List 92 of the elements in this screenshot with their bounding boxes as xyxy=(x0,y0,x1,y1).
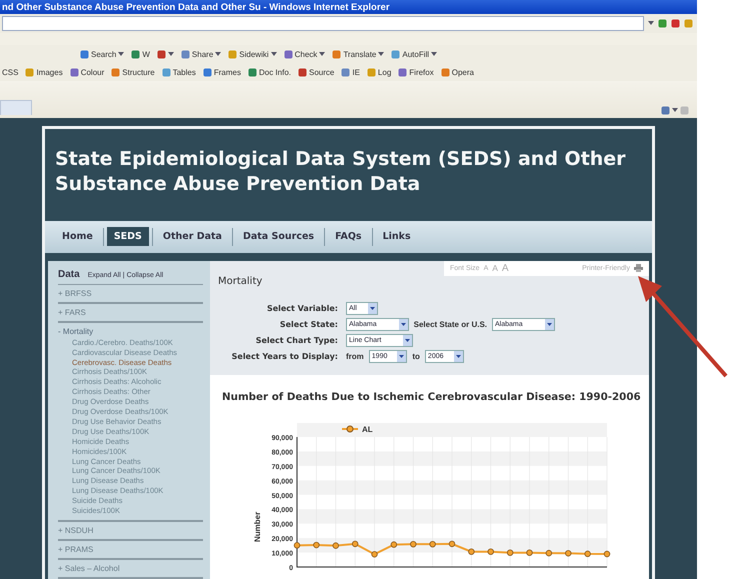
caret-icon[interactable] xyxy=(672,108,678,112)
toolbar-label[interactable]: AutoFill xyxy=(402,50,430,59)
data-point xyxy=(352,540,358,547)
square-icon[interactable] xyxy=(661,106,670,115)
toolbar-label[interactable]: Images xyxy=(36,68,63,77)
data-point xyxy=(410,540,416,548)
data-point xyxy=(604,550,610,557)
data-point xyxy=(526,549,533,556)
toolbar-label[interactable]: Search xyxy=(91,50,116,59)
toolbar-label[interactable]: Check xyxy=(294,50,318,59)
field-label: from xyxy=(346,352,364,361)
field-label: to xyxy=(412,352,420,361)
square-icon[interactable] xyxy=(202,68,212,77)
square-icon[interactable] xyxy=(658,18,667,28)
toolbar-label[interactable]: Frames xyxy=(214,68,241,77)
square-icon[interactable] xyxy=(131,50,140,59)
data-point xyxy=(332,542,339,548)
window-title: nd Other Substance Abuse Prevention Data and Other Su - Windows Internet Explorer xyxy=(0,0,697,14)
field-label: Select State or U.S. xyxy=(414,320,487,329)
data-point xyxy=(448,540,456,547)
legend-marker-icon xyxy=(342,425,358,432)
toolbar-label[interactable]: Sidewiki xyxy=(239,50,269,59)
toolbar-label[interactable]: Share xyxy=(192,50,214,59)
nav-tab[interactable]: Links xyxy=(376,227,418,246)
data-point xyxy=(468,548,475,555)
field-label: Select State: xyxy=(278,320,338,329)
caret-icon[interactable] xyxy=(168,52,174,56)
toolbar-label[interactable]: Source xyxy=(309,68,334,77)
square-icon[interactable] xyxy=(684,18,693,28)
square-icon[interactable] xyxy=(298,68,307,77)
square-icon[interactable] xyxy=(70,68,79,77)
toolbar-label[interactable]: IE xyxy=(352,68,360,77)
toolbar-label[interactable]: Log xyxy=(378,68,392,77)
sidebar-section[interactable]: - Mortality xyxy=(58,326,203,336)
section-heading: Mortality xyxy=(217,276,264,287)
square-icon[interactable] xyxy=(366,68,376,77)
toolbar-label[interactable]: Translate xyxy=(343,50,376,59)
nav-tab[interactable]: Data Sources xyxy=(236,227,322,246)
square-icon[interactable] xyxy=(398,68,408,77)
caret-icon[interactable] xyxy=(118,52,124,56)
data-point xyxy=(506,549,514,556)
nav-tab[interactable]: Home xyxy=(55,227,100,246)
caret-icon[interactable] xyxy=(431,52,438,56)
data-point xyxy=(429,540,436,548)
caret-icon[interactable] xyxy=(215,52,222,56)
toolbar-label[interactable]: Doc Info. xyxy=(258,68,291,77)
square-icon[interactable] xyxy=(284,50,293,59)
square-icon[interactable] xyxy=(156,50,166,59)
square-icon[interactable] xyxy=(341,68,350,77)
toolbar-label[interactable]: Colour xyxy=(80,68,104,77)
data-point xyxy=(313,542,320,548)
caret-icon[interactable] xyxy=(270,52,277,56)
toolbar-label[interactable]: Opera xyxy=(452,68,474,77)
square-icon[interactable] xyxy=(671,18,680,28)
data-point xyxy=(546,550,552,556)
toolbar-label[interactable]: Structure xyxy=(122,68,155,77)
toolbar-label[interactable]: W xyxy=(142,50,150,59)
field-label: Select Chart Type: xyxy=(254,336,338,345)
square-icon[interactable] xyxy=(25,68,34,77)
toolbar-label[interactable]: Tables xyxy=(172,68,196,77)
data-point xyxy=(488,548,494,555)
toolbar-label[interactable]: CSS xyxy=(2,68,18,77)
square-icon[interactable] xyxy=(248,68,257,77)
site-title: State Epidemiological Data System (SEDS) and Other Substance Abuse Prevention Data xyxy=(54,146,627,197)
data-point xyxy=(371,550,378,558)
square-icon[interactable] xyxy=(180,50,190,59)
field-label: Select Variable: xyxy=(266,304,338,313)
field-label: Select Years to Display: xyxy=(230,352,338,361)
caret-icon[interactable] xyxy=(378,52,384,56)
square-icon[interactable] xyxy=(332,50,342,59)
axis-title: Number xyxy=(253,511,262,542)
caret-icon[interactable] xyxy=(319,52,326,56)
sidebar-title: Data xyxy=(58,268,80,280)
nav-tab[interactable]: Other Data xyxy=(156,227,229,246)
data-point xyxy=(390,541,398,548)
data-point xyxy=(565,550,572,556)
legend-label: AL xyxy=(362,424,373,434)
nav-tab[interactable]: FAQs xyxy=(328,227,369,246)
square-icon[interactable] xyxy=(111,68,120,77)
dropdown-arrow-icon[interactable] xyxy=(648,21,654,26)
chart-title: Number of Deaths Due to Ischemic Cerebrovascular Disease: 1990-2006 xyxy=(222,390,642,403)
data-point xyxy=(584,550,591,557)
square-icon[interactable] xyxy=(391,50,400,59)
nav-tab[interactable]: SEDS xyxy=(106,227,149,246)
square-icon[interactable] xyxy=(162,68,171,77)
square-icon[interactable] xyxy=(228,50,238,59)
toolbar-label[interactable]: Firefox xyxy=(409,68,434,77)
printer-icon[interactable] xyxy=(634,264,643,272)
data-point xyxy=(294,542,300,548)
square-icon[interactable] xyxy=(440,68,450,77)
address-field[interactable] xyxy=(2,16,644,31)
square-icon[interactable] xyxy=(80,50,89,59)
